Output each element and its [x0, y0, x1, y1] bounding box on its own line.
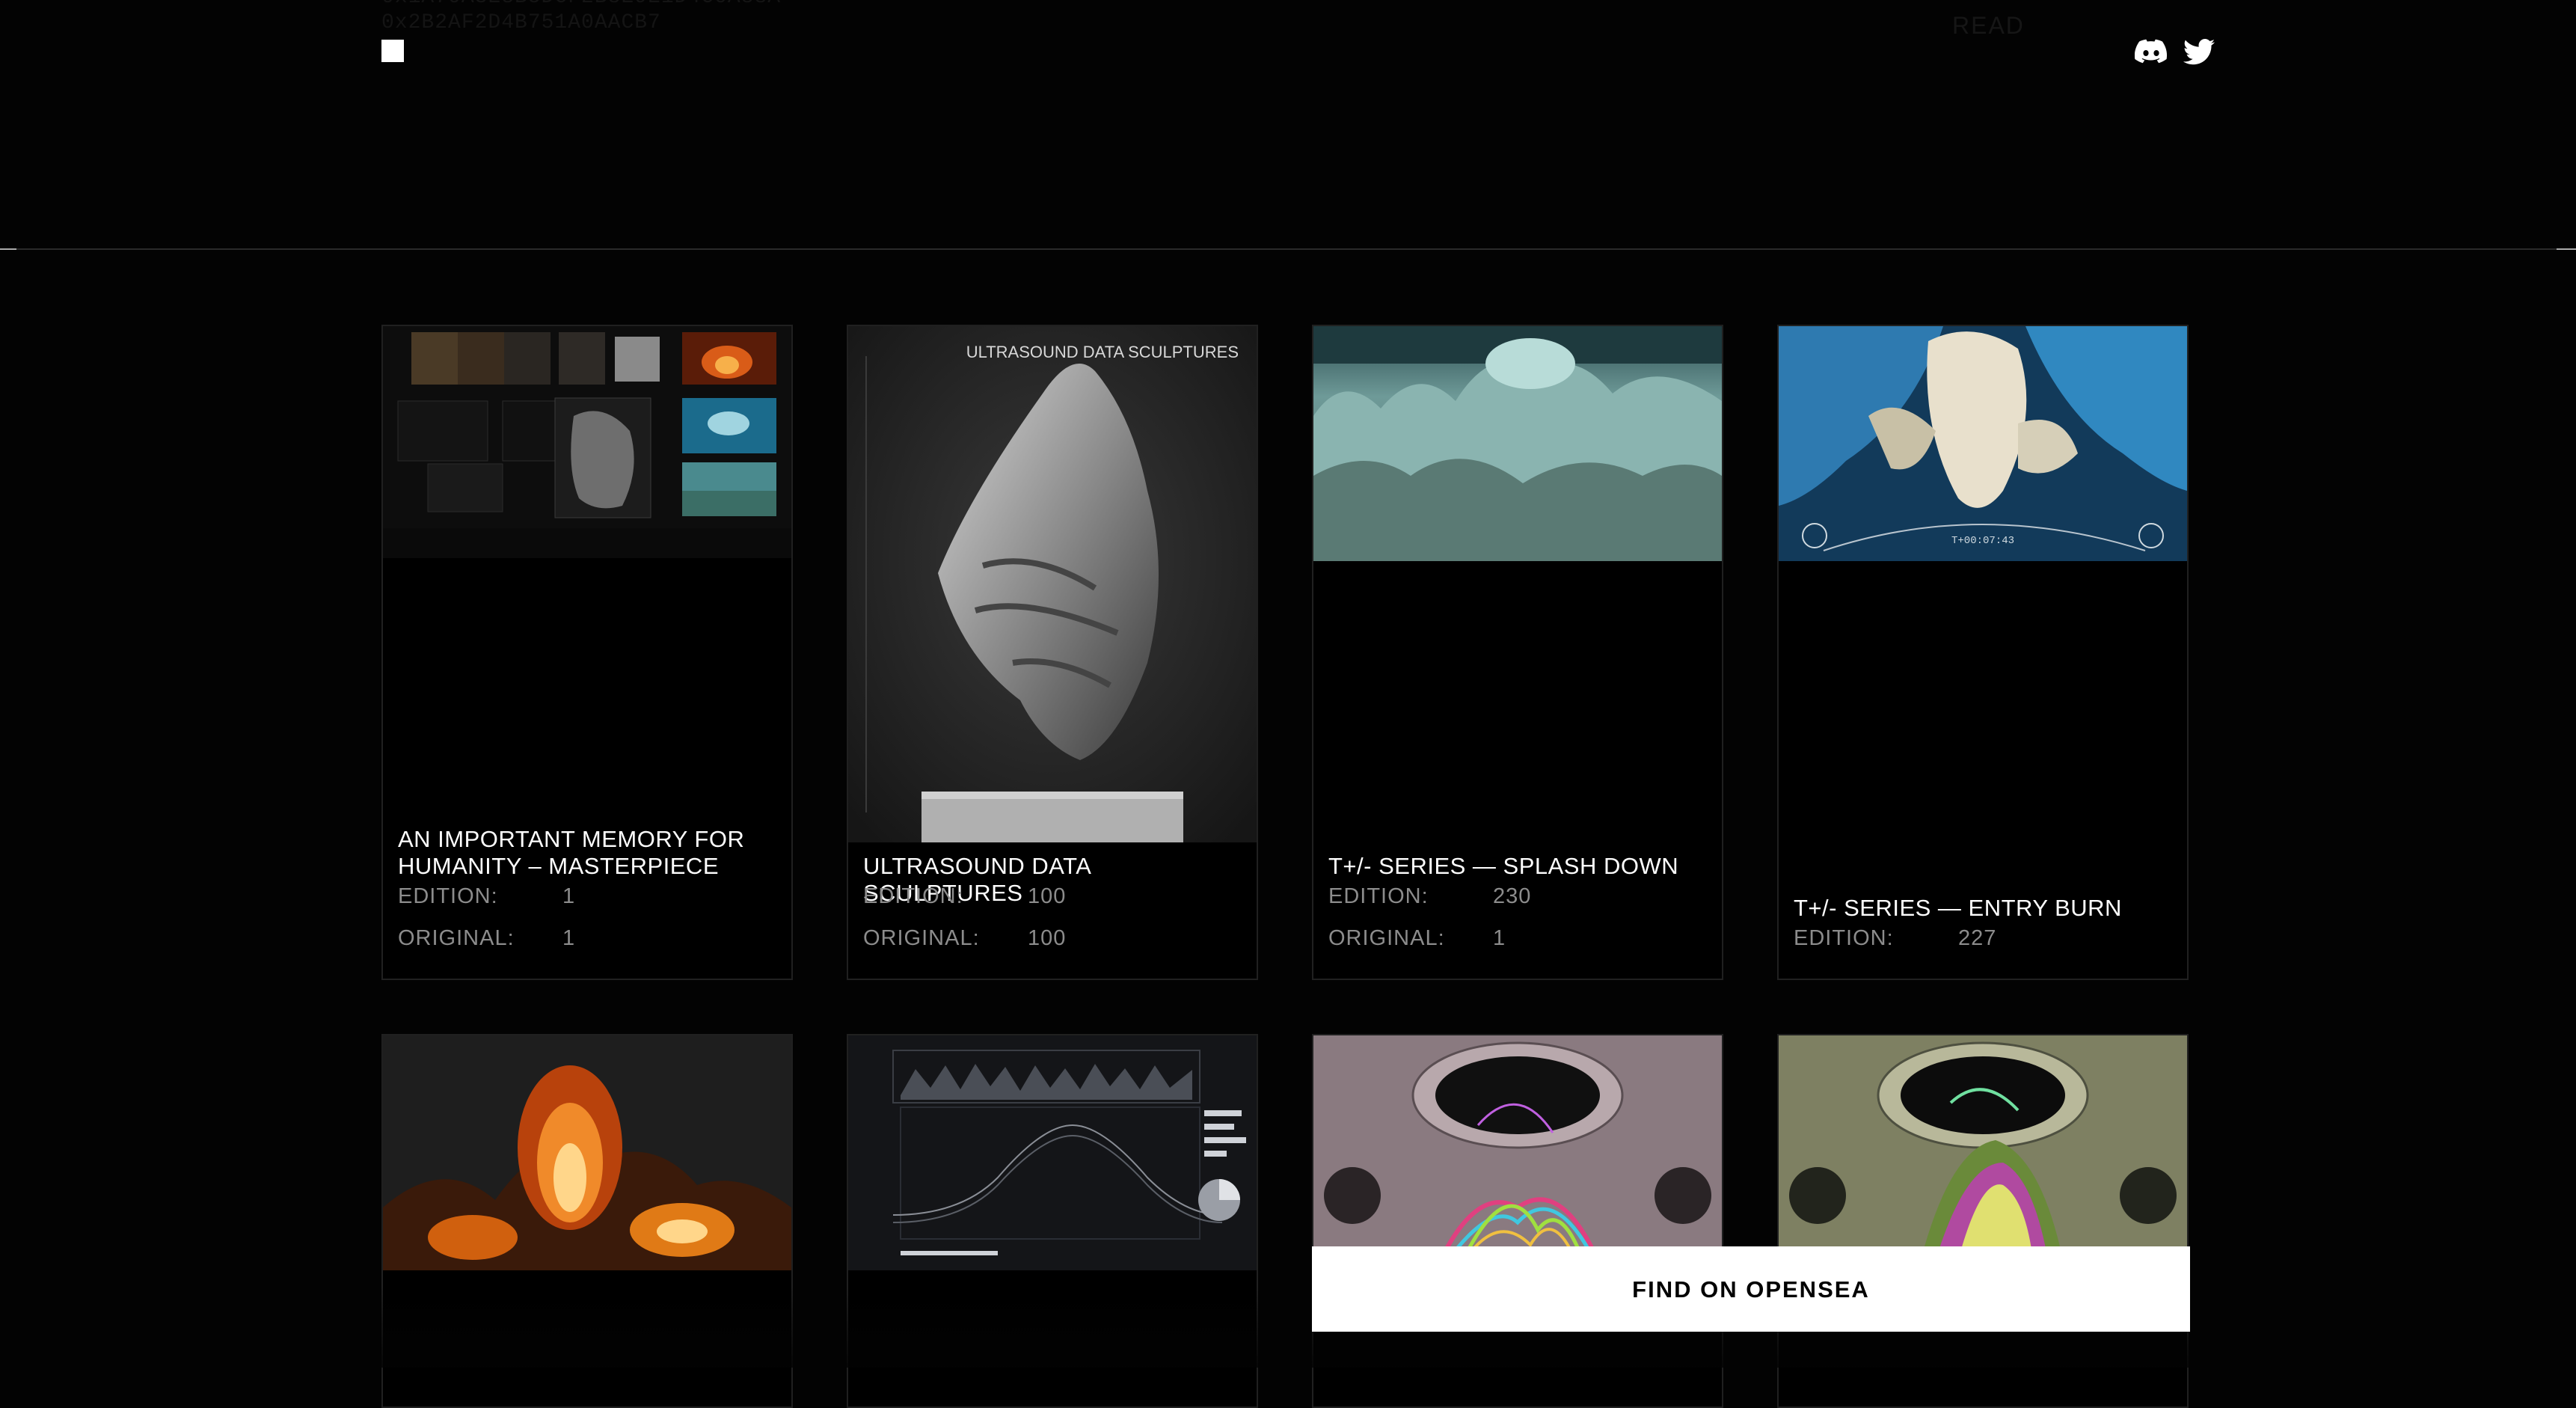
card-original: ORIGINAL: 1 — [1328, 926, 1506, 951]
edition-value: 1 — [562, 884, 576, 908]
nft-card-colorful-1[interactable] — [1312, 1034, 1723, 1408]
card-edition: EDITION: 100 — [863, 884, 1066, 909]
edition-label: EDITION: — [863, 884, 963, 908]
nft-card-colorful-2[interactable] — [1777, 1034, 2189, 1408]
edition-label: EDITION: — [398, 884, 498, 908]
card-title[interactable]: T+/- SERIES — ENTRY BURN — [1794, 895, 2172, 922]
artwork-heading-text: ULTRASOUND DATA SCULPTURES — [966, 343, 1239, 361]
divider-tick-left — [0, 248, 16, 250]
read-link[interactable]: READ — [1952, 12, 2025, 40]
header-divider — [0, 248, 2576, 250]
original-label: ORIGINAL: — [398, 926, 515, 950]
card-edition: EDITION: 230 — [1328, 884, 1531, 909]
ghost-hash-text: 0x1A70A3E8B5DCF2B8E9E1D4C0A88A 0x2B2AF2D… — [381, 0, 781, 36]
divider-tick-right — [2557, 248, 2576, 250]
artwork-timecode-text: T+00:07:43 — [1951, 535, 2014, 547]
card-artwork-telemetry — [848, 1035, 1257, 1270]
nft-card-ultrasound[interactable]: ULTRASOUND DATA SCULPTURES ULTRASOUND DA… — [847, 325, 1258, 980]
ghost-hash-line-1: 0x1A70A3E8B5DCF2B8E9E1D4C0A88A — [381, 0, 781, 10]
original-value: 100 — [1028, 926, 1067, 950]
original-value: 1 — [1493, 926, 1506, 950]
logo-square[interactable] — [381, 40, 404, 62]
card-edition: EDITION: 227 — [1794, 926, 1996, 951]
nft-card-memory[interactable]: AN IMPORTANT MEMORY FOR HUMANITY – MASTE… — [381, 325, 793, 980]
twitter-icon[interactable] — [2183, 39, 2215, 70]
original-label: ORIGINAL: — [1328, 926, 1445, 950]
card-title[interactable]: T+/- SERIES — SPLASH DOWN — [1328, 853, 1707, 880]
card-artwork-ultrasound: ULTRASOUND DATA SCULPTURES — [848, 326, 1257, 842]
original-label: ORIGINAL: — [863, 926, 980, 950]
edition-label: EDITION: — [1794, 926, 1894, 950]
find-on-opensea-button[interactable]: FIND ON OPENSEA — [1312, 1246, 2190, 1332]
discord-icon[interactable] — [2134, 39, 2168, 68]
original-value: 1 — [562, 926, 576, 950]
nft-card-splash-down[interactable]: T+/- SERIES — SPLASH DOWN EDITION: 230 OR… — [1312, 325, 1723, 980]
edition-value: 230 — [1493, 884, 1532, 908]
edition-label: EDITION: — [1328, 884, 1429, 908]
nft-card-telemetry[interactable] — [847, 1034, 1258, 1408]
edition-value: 100 — [1028, 884, 1067, 908]
ghost-hash-line-2: 0x2B2AF2D4B751A0AACB7 — [381, 11, 661, 34]
card-artwork-entry-burn: T+00:07:43 — [1779, 326, 2187, 561]
card-artwork-fire — [383, 1035, 791, 1270]
card-artwork-memory — [383, 326, 791, 558]
card-original: ORIGINAL: 1 — [398, 926, 575, 951]
card-edition: EDITION: 1 — [398, 884, 575, 909]
card-original: ORIGINAL: 100 — [863, 926, 1066, 951]
card-artwork-colorful-2 — [1779, 1035, 2187, 1270]
nft-card-fire[interactable] — [381, 1034, 793, 1408]
nft-card-entry-burn[interactable]: T+00:07:43 T+/- SERIES — ENTRY BURN EDIT… — [1777, 325, 2189, 980]
card-title[interactable]: AN IMPORTANT MEMORY FOR HUMANITY – MASTE… — [398, 826, 776, 880]
card-artwork-colorful-1 — [1313, 1035, 1722, 1270]
site-header: 0x1A70A3E8B5DCF2B8E9E1D4C0A88A 0x2B2AF2D… — [0, 0, 2576, 250]
edition-value: 227 — [1958, 926, 1997, 950]
card-artwork-splash-down — [1313, 326, 1722, 561]
